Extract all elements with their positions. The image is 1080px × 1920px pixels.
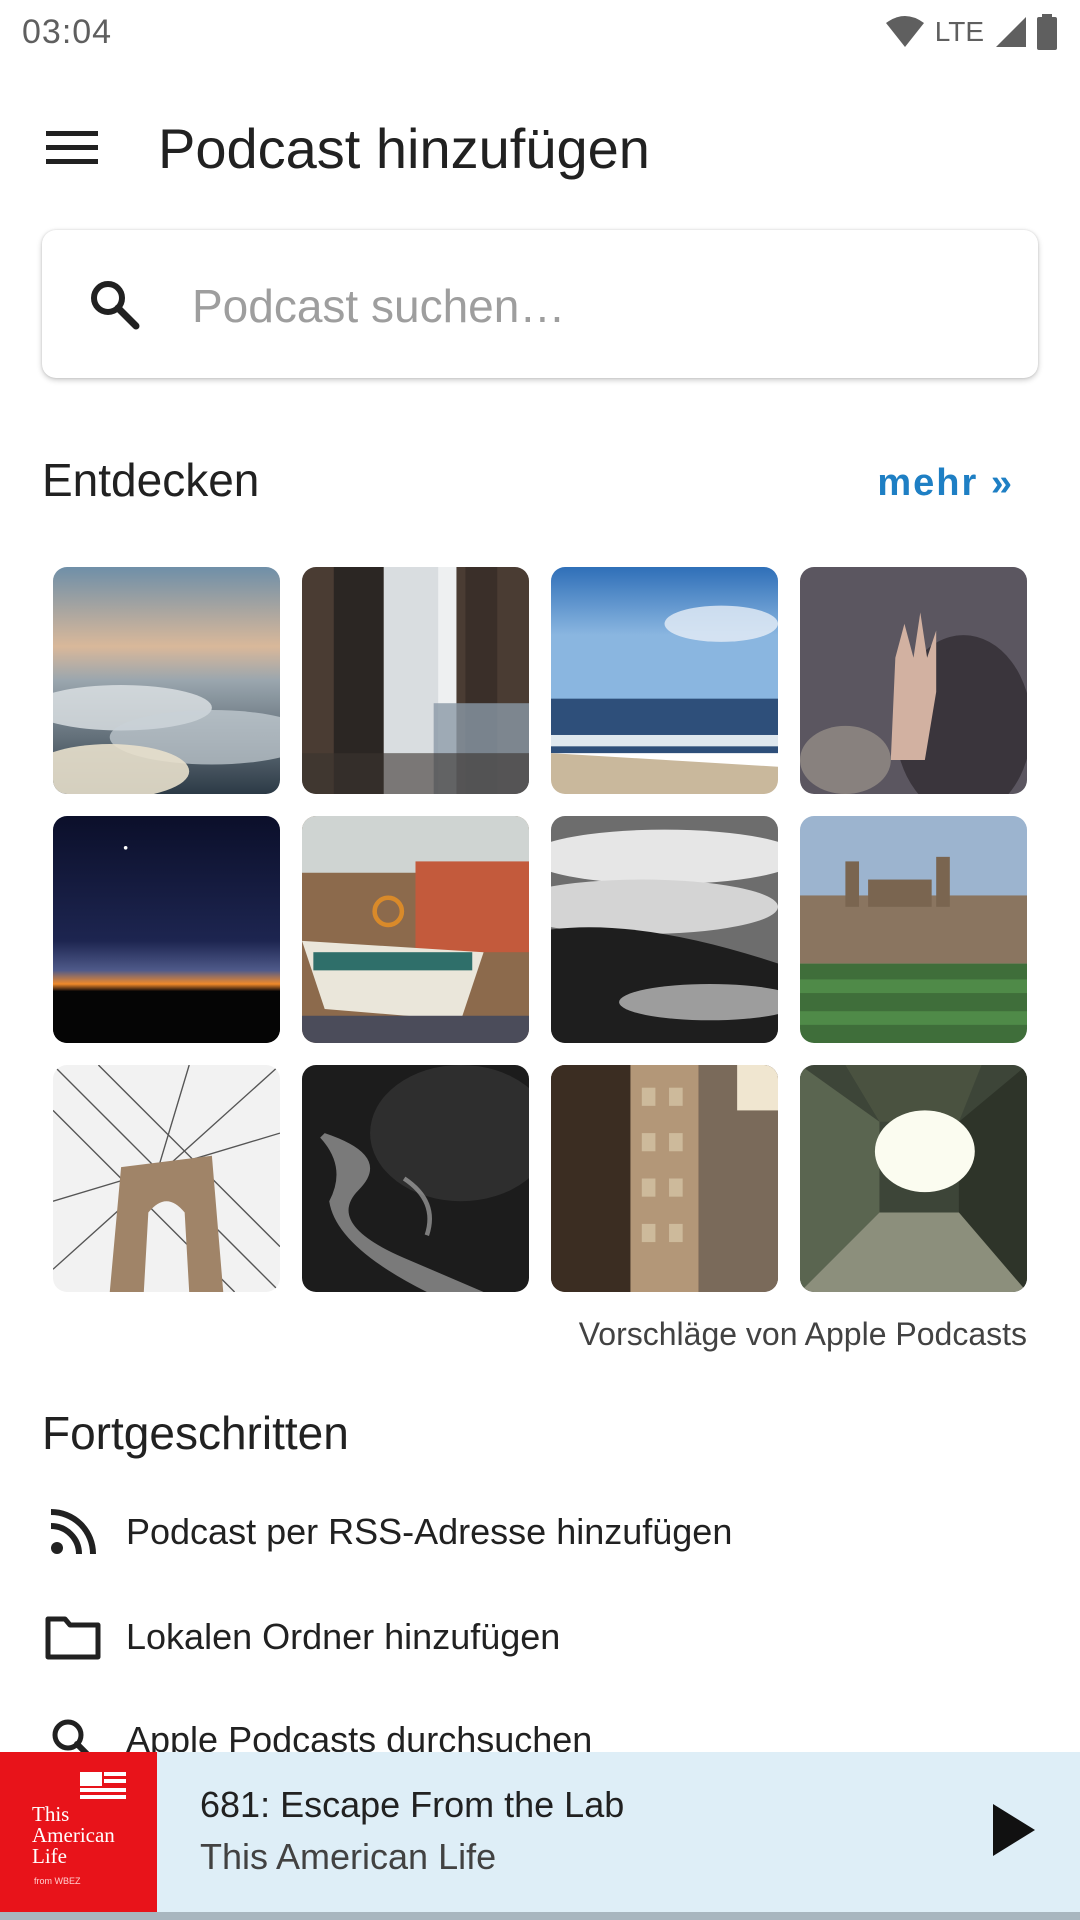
status-time: 03:04 <box>22 12 113 51</box>
podcast-tile[interactable] <box>800 567 1027 794</box>
podcast-cover-image <box>53 567 280 794</box>
add-local-folder-item[interactable]: Lokalen Ordner hinzufügen <box>42 1592 1038 1682</box>
podcast-cover-image <box>53 1065 280 1292</box>
menu-button[interactable] <box>30 118 114 182</box>
cover-art-text: This American Life <box>32 1804 115 1867</box>
app-toolbar: Podcast hinzufügen <box>0 90 1080 210</box>
podcast-name: This American Life <box>200 1836 497 1877</box>
podcast-cover-image <box>53 816 280 1043</box>
podcast-cover-image <box>800 816 1027 1043</box>
podcast-cover-image <box>302 816 529 1043</box>
discover-grid <box>53 567 1027 1292</box>
flag-logo-icon <box>80 1772 126 1799</box>
hamburger-menu-icon <box>46 129 98 172</box>
podcast-tile[interactable] <box>551 816 778 1043</box>
podcast-tile[interactable] <box>800 1065 1027 1292</box>
podcast-tile[interactable] <box>800 816 1027 1043</box>
attribution-text: Vorschläge von Apple Podcasts <box>578 1316 1027 1352</box>
podcast-cover-image <box>302 1065 529 1292</box>
podcast-cover-image <box>551 816 778 1043</box>
add-local-folder-label: Lokalen Ordner hinzufügen <box>126 1616 561 1657</box>
status-bar: 03:04 LTE <box>0 0 1080 64</box>
navigation-bar-strip <box>0 1912 1080 1920</box>
podcast-tile[interactable] <box>53 816 280 1043</box>
search-card[interactable] <box>42 230 1038 378</box>
wifi-icon <box>885 15 925 49</box>
podcast-tile[interactable] <box>302 567 529 794</box>
podcast-cover-image <box>551 567 778 794</box>
network-type: LTE <box>934 16 984 47</box>
advanced-heading: Fortgeschritten <box>42 1407 349 1459</box>
folder-icon <box>42 1606 104 1668</box>
add-rss-label: Podcast per RSS-Adresse hinzufügen <box>126 1511 733 1552</box>
signal-icon <box>994 15 1028 49</box>
status-icons: LTE <box>885 14 1058 50</box>
more-link[interactable]: mehr » <box>877 462 1014 505</box>
battery-icon <box>1036 14 1058 50</box>
search-icon <box>86 276 142 332</box>
add-rss-item[interactable]: Podcast per RSS-Adresse hinzufügen <box>42 1487 1038 1577</box>
cover-art-subtext: from WBEZ <box>34 1876 81 1886</box>
page-title: Podcast hinzufügen <box>158 117 650 180</box>
episode-title: 681: Escape From the Lab <box>200 1784 625 1825</box>
podcast-tile[interactable] <box>53 1065 280 1292</box>
podcast-tile[interactable] <box>53 567 280 794</box>
discover-heading: Entdecken <box>42 454 260 506</box>
mini-player[interactable]: This American Life from WBEZ 681: Escape… <box>0 1752 1080 1912</box>
podcast-tile[interactable] <box>551 567 778 794</box>
play-icon <box>991 1802 1037 1863</box>
podcast-tile[interactable] <box>302 816 529 1043</box>
cover-art-line: Life <box>32 1844 67 1868</box>
play-button[interactable] <box>972 1790 1056 1874</box>
cover-art-line: American <box>32 1823 115 1847</box>
podcast-cover-image <box>800 567 1027 794</box>
cover-art-line: This <box>32 1802 70 1826</box>
podcast-cover-image <box>800 1065 1027 1292</box>
search-input[interactable] <box>190 270 994 342</box>
podcast-cover-image <box>551 1065 778 1292</box>
rss-icon <box>42 1501 104 1563</box>
podcast-tile[interactable] <box>302 1065 529 1292</box>
podcast-cover-art: This American Life from WBEZ <box>0 1752 157 1912</box>
podcast-tile[interactable] <box>551 1065 778 1292</box>
podcast-cover-image <box>302 567 529 794</box>
